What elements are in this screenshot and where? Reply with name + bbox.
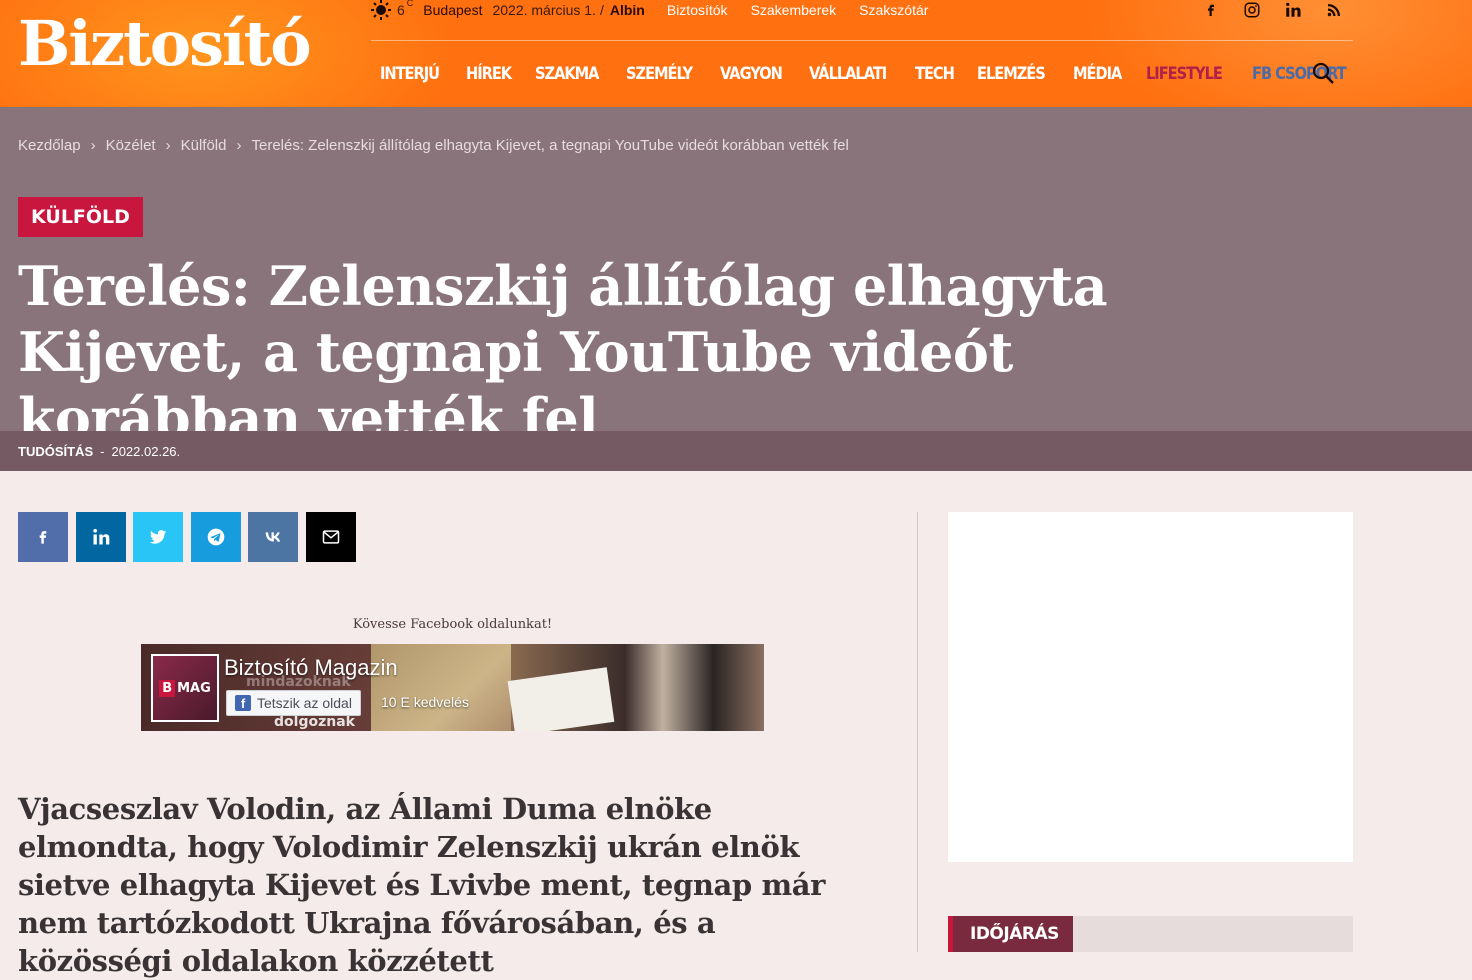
nav-item-hirek[interactable]: HÍREK — [466, 64, 512, 84]
share-email-button[interactable] — [305, 512, 356, 562]
linkedin-icon — [92, 528, 109, 545]
category-badge[interactable]: KÜLFÖLD — [18, 197, 143, 237]
article-title: Terelés: Zelenszkij állítólag elhagyta K… — [18, 254, 1108, 450]
main-nav: INTERJÚ HÍREK SZAKMA SZEMÉLY VAGYON VÁLL… — [380, 60, 1377, 88]
weather-unit: C — [406, 0, 414, 8]
breadcrumb-separator: › — [90, 137, 96, 154]
breadcrumb: Kezdőlap › Közélet › Külföld › Terelés: … — [18, 137, 849, 154]
facebook-icon[interactable] — [1196, 0, 1226, 20]
share-facebook-button[interactable] — [18, 512, 68, 562]
current-date: 2022. március 1. — [492, 2, 596, 18]
share-twitter-button[interactable] — [133, 512, 183, 562]
share-linkedin-button[interactable] — [75, 512, 126, 562]
weather-widget: IDŐJÁRÁS — [948, 916, 1353, 952]
weather-temperature: 6 — [397, 2, 405, 18]
nav-item-elemzes[interactable]: ELEMZÉS — [977, 64, 1046, 84]
nav-item-vagyon[interactable]: VAGYON — [720, 64, 783, 84]
article-hero: Kezdőlap › Közélet › Külföld › Terelés: … — [0, 107, 1472, 450]
nav-item-lifestyle[interactable]: LIFESTYLE — [1146, 64, 1223, 84]
breadcrumb-home[interactable]: Kezdőlap — [18, 137, 81, 154]
toplink-biztositok[interactable]: Biztosítók — [667, 2, 728, 18]
nav-item-interju[interactable]: INTERJÚ — [380, 64, 440, 84]
nav-item-media[interactable]: MÉDIA — [1073, 64, 1122, 84]
column-divider — [917, 512, 918, 952]
weather-city: Budapest — [423, 2, 483, 18]
facebook-page-name[interactable]: Biztosító Magazin — [224, 655, 398, 681]
share-vk-button[interactable] — [248, 512, 298, 562]
sun-icon — [371, 0, 391, 20]
meta-separator: - — [100, 443, 105, 459]
site-header: Biztosító 6 C Budapest 2022. március 1. … — [0, 0, 1472, 107]
toplink-szakemberek[interactable]: Szakemberek — [751, 2, 837, 18]
nav-item-szemely[interactable]: SZEMÉLY — [626, 64, 693, 84]
share-buttons — [18, 512, 363, 562]
social-links — [1196, 0, 1360, 20]
vk-icon — [265, 532, 281, 542]
linkedin-icon[interactable] — [1278, 0, 1308, 20]
facebook-follow-caption: Kövesse Facebook oldalunkat! — [352, 617, 553, 632]
breadcrumb-current: Terelés: Zelenszkij állítólag elhagyta K… — [251, 137, 849, 154]
breadcrumb-kozelet[interactable]: Közélet — [106, 137, 156, 154]
nav-item-szakma[interactable]: SZAKMA — [535, 64, 599, 84]
share-telegram-button[interactable] — [190, 512, 241, 562]
breadcrumb-separator: › — [236, 137, 242, 154]
like-count: 10 E kedvelés — [381, 694, 469, 710]
nav-item-tech[interactable]: TECH — [915, 64, 955, 84]
site-logo[interactable]: Biztosító — [18, 6, 312, 82]
date-separator: / — [599, 2, 604, 18]
search-icon[interactable] — [1311, 61, 1335, 85]
toplink-szakszotar[interactable]: Szakszótár — [859, 2, 928, 18]
page-avatar[interactable]: B MAG — [151, 654, 219, 722]
facebook-icon: f — [235, 695, 251, 711]
avatar-text: MAG — [177, 680, 211, 696]
avatar: B MAG — [153, 656, 217, 720]
facebook-icon — [39, 531, 47, 544]
breadcrumb-separator: › — [165, 137, 171, 154]
instagram-icon[interactable] — [1237, 0, 1267, 20]
envelope-icon — [322, 530, 339, 544]
article-meta: TUDÓSÍTÁS - 2022.02.26. — [0, 431, 1472, 471]
avatar-letter: B — [159, 679, 176, 697]
nav-item-vallalati[interactable]: VÁLLALATI — [809, 64, 887, 84]
facebook-like-button[interactable]: f Tetszik az oldal — [226, 690, 361, 716]
rss-icon[interactable] — [1319, 0, 1349, 20]
weather-widget-title: IDŐJÁRÁS — [948, 916, 1073, 952]
like-button-label: Tetszik az oldal — [257, 695, 352, 711]
sidebar-ad-slot — [948, 512, 1353, 862]
breadcrumb-kulfold[interactable]: Külföld — [181, 137, 227, 154]
top-bar: 6 C Budapest 2022. március 1. / Albin Bi… — [371, 0, 951, 20]
cover-text: dolgoznak — [274, 714, 355, 730]
article-type[interactable]: TUDÓSÍTÁS — [18, 444, 93, 459]
twitter-icon — [149, 530, 167, 544]
article-date: 2022.02.26. — [111, 443, 181, 459]
telegram-icon — [207, 528, 224, 546]
facebook-page-widget[interactable]: mindazoknak dolgoznak B MAG Biztosító Ma… — [141, 644, 764, 731]
header-divider — [371, 40, 1353, 41]
nameday: Albin — [609, 2, 645, 18]
